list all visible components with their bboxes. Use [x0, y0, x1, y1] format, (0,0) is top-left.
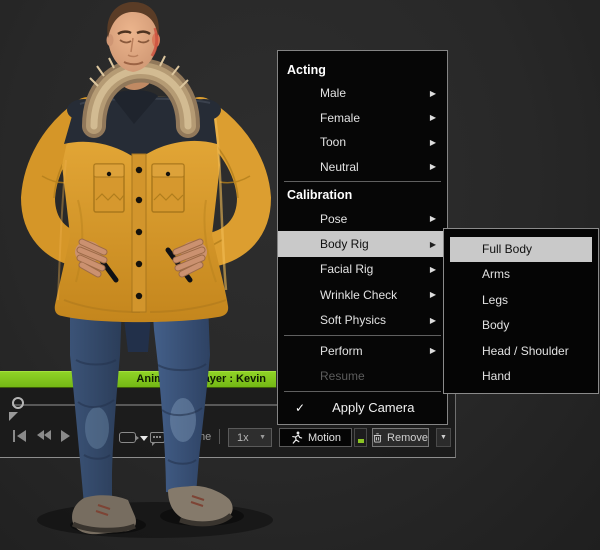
- menu-separator: [284, 391, 441, 392]
- submenu-arrow-icon: ▶: [430, 316, 436, 325]
- speed-value: 1x: [237, 432, 249, 444]
- comment-button[interactable]: [150, 432, 165, 443]
- submenu-item-arms[interactable]: Arms: [444, 262, 598, 287]
- player-status-label: Animation Player : Kevin: [136, 373, 266, 385]
- loop-dropdown-arrow[interactable]: [140, 436, 148, 441]
- trash-icon: [373, 431, 382, 444]
- submenu-item-legs[interactable]: Legs: [444, 288, 598, 313]
- submenu-item-head-shoulder[interactable]: Head / Shoulder: [444, 339, 598, 364]
- submenu-arrow-icon: ▶: [430, 113, 436, 122]
- motion-button[interactable]: Motion: [279, 428, 352, 447]
- menu-separator: [284, 181, 441, 182]
- skip-to-start-icon: [13, 430, 15, 442]
- frame-button-partial[interactable]: me: [196, 431, 211, 443]
- submenu-arrow-icon: ▶: [430, 346, 436, 355]
- menu-separator: [284, 335, 441, 336]
- remove-button-label: Remove: [387, 432, 428, 444]
- menu-item-wrinkle-check[interactable]: Wrinkle Check ▶: [278, 282, 447, 307]
- menu-item-apply-camera[interactable]: ✓ Apply Camera: [278, 394, 447, 422]
- menu-item-toon[interactable]: Toon ▶: [278, 130, 447, 155]
- submenu-arrow-icon: ▶: [430, 265, 436, 274]
- player-status-bar: Animation Player : Kevin: [0, 371, 276, 388]
- submenu-arrow-icon: ▶: [430, 214, 436, 223]
- menu-section-calibration: Calibration: [278, 184, 447, 206]
- speech-bubble-icon: [153, 436, 155, 438]
- submenu-arrow-icon: ▶: [430, 89, 436, 98]
- submenu-item-hand[interactable]: Hand: [444, 364, 598, 389]
- loop-button[interactable]: [119, 432, 136, 443]
- menu-item-perform[interactable]: Perform ▶: [278, 338, 447, 363]
- submenu-arrow-icon: ▶: [430, 138, 436, 147]
- menu-item-neutral[interactable]: Neutral ▶: [278, 155, 447, 180]
- motion-active-indicator: [358, 439, 364, 443]
- motion-button-label: Motion: [308, 432, 341, 444]
- menu-item-resume: Resume: [278, 363, 447, 388]
- check-icon: ✓: [295, 401, 305, 415]
- motion-dropdown[interactable]: [354, 428, 367, 447]
- menu-item-facial-rig[interactable]: Facial Rig ▶: [278, 257, 447, 282]
- remove-button[interactable]: Remove: [372, 428, 429, 447]
- menu-item-male[interactable]: Male ▶: [278, 81, 447, 106]
- submenu-arrow-icon: ▶: [430, 162, 436, 171]
- rewind-button[interactable]: [37, 430, 51, 440]
- menu-item-pose[interactable]: Pose ▶: [278, 206, 447, 231]
- submenu-item-body[interactable]: Body: [444, 313, 598, 338]
- chevron-down-icon: ▼: [259, 434, 266, 441]
- speed-select[interactable]: 1x ▼: [228, 428, 272, 447]
- timeline-slider-handle[interactable]: [12, 397, 24, 409]
- body-rig-submenu: Full Body Arms Legs Body Head / Shoulder…: [443, 228, 599, 394]
- playhead-marker[interactable]: [9, 412, 18, 421]
- submenu-item-full-body[interactable]: Full Body: [450, 237, 592, 262]
- menu-section-acting: Acting: [278, 59, 447, 81]
- submenu-arrow-icon: ▶: [430, 240, 436, 249]
- remove-dropdown[interactable]: ▼: [436, 428, 451, 447]
- toolbar-divider: [219, 429, 220, 444]
- acting-context-menu: Acting Male ▶ Female ▶ Toon ▶ Neutral ▶ …: [277, 50, 448, 425]
- play-icon: [61, 430, 70, 442]
- play-button[interactable]: [61, 430, 70, 442]
- menu-item-soft-physics[interactable]: Soft Physics ▶: [278, 308, 447, 333]
- rewind-icon: [37, 430, 44, 440]
- skip-to-start-button[interactable]: [13, 430, 26, 442]
- chevron-down-icon: ▼: [440, 434, 447, 441]
- menu-item-female[interactable]: Female ▶: [278, 106, 447, 131]
- menu-item-body-rig[interactable]: Body Rig ▶: [278, 231, 447, 256]
- submenu-arrow-icon: ▶: [430, 290, 436, 299]
- running-man-icon: [290, 431, 303, 444]
